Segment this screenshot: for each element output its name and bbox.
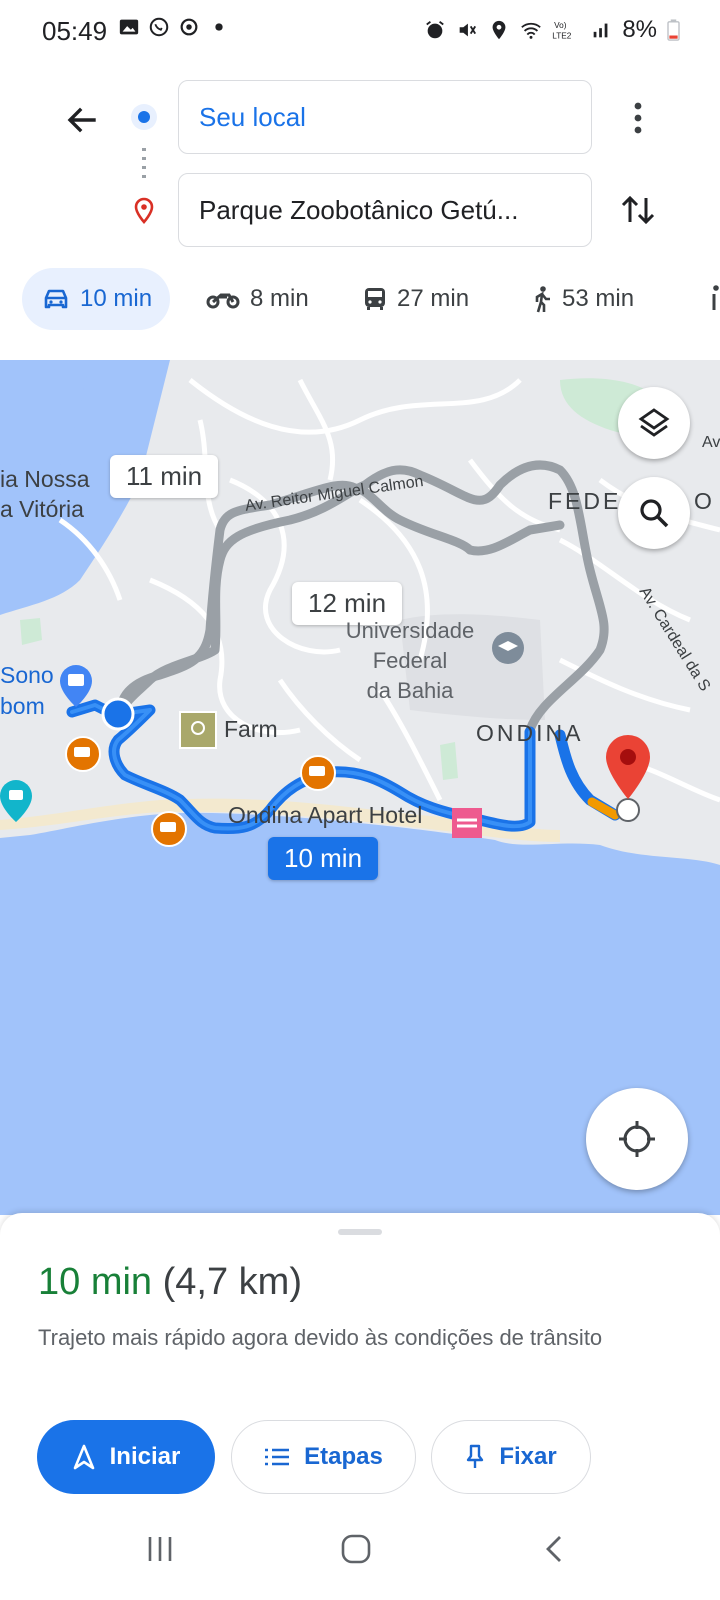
system-icons: Vo) LTE2 8% <box>424 16 680 44</box>
location-icon <box>492 20 506 40</box>
crosshair-icon <box>619 1121 655 1157</box>
pin-icon <box>467 1444 484 1468</box>
my-location-button[interactable] <box>586 1088 688 1190</box>
neighborhood-label: ONDINA <box>476 720 584 746</box>
route-time-label-main[interactable]: 10 min <box>268 837 379 880</box>
pin-button[interactable]: Fixar <box>431 1420 591 1494</box>
start-button-label: Iniciar <box>109 1443 181 1470</box>
list-icon <box>265 1448 290 1466</box>
street-label-2-top: Av <box>702 434 720 451</box>
svg-text:LTE2: LTE2 <box>553 31 573 40</box>
walk-icon <box>535 286 550 313</box>
poi-label-vitoria: a Vitória <box>0 496 84 522</box>
bus-icon <box>365 288 385 310</box>
poi-label-bom: bom <box>0 693 45 719</box>
route-duration: 10 min <box>38 1261 153 1303</box>
search-along-route-button[interactable] <box>618 477 690 549</box>
hotel-poi-icon <box>452 808 482 838</box>
mode-transit[interactable]: 27 min <box>363 268 469 330</box>
mode-motorcycle[interactable]: 8 min <box>206 268 309 330</box>
mode-motorcycle-label: 8 min <box>250 285 309 312</box>
route-distance: (4,7 km) <box>162 1261 302 1303</box>
farm-poi-icon <box>179 711 217 749</box>
map-view[interactable]: 11 min 12 min 10 min Av. Reitor Miguel C… <box>0 360 720 1215</box>
steps-button-label: Etapas <box>304 1443 383 1470</box>
mode-transit-label: 27 min <box>397 285 470 312</box>
current-location-dot <box>101 697 135 731</box>
origin-input[interactable]: Seu local <box>178 80 592 154</box>
battery-icon <box>667 19 680 41</box>
more-options-icon[interactable] <box>618 96 658 140</box>
alarm-icon <box>426 21 445 39</box>
origin-dot-icon <box>131 104 157 130</box>
layers-icon <box>638 408 670 437</box>
status-bar: 05:49 Vo) LTE2 8% <box>0 0 720 60</box>
poi-label-farm: Farm <box>224 716 278 742</box>
land-area-left <box>0 360 90 480</box>
steps-button[interactable]: Etapas <box>231 1420 416 1494</box>
car-icon <box>44 289 68 309</box>
sync-icon <box>180 18 198 36</box>
mode-car-label: 10 min <box>80 285 153 312</box>
mute-icon <box>459 23 477 37</box>
sheet-drag-handle[interactable] <box>338 1229 382 1235</box>
district-label: FEDE <box>548 488 622 514</box>
whatsapp-icon <box>149 17 169 37</box>
poi-label-nossa: ia Nossa <box>0 466 90 492</box>
gallery-icon <box>119 19 139 35</box>
navigation-arrow-icon <box>73 1444 94 1470</box>
volte-icon: Vo)LTE2 <box>553 21 573 40</box>
back-nav-icon[interactable] <box>543 1533 567 1565</box>
route-connector <box>142 148 146 182</box>
home-icon[interactable] <box>340 1533 372 1565</box>
wifi-icon <box>521 22 542 39</box>
district-label-end: O <box>694 488 712 514</box>
search-icon <box>640 499 669 528</box>
system-nav-bar <box>0 1513 720 1600</box>
poi-label-hotel: Ondina Apart Hotel <box>228 802 423 828</box>
route-description: Trajeto mais rápido agora devido às cond… <box>38 1325 603 1350</box>
signal-icon <box>593 23 608 38</box>
route-summary: 10 min (4,7 km) <box>38 1261 302 1304</box>
poi-label-university: Universidade Federal da Bahia <box>345 618 475 703</box>
mode-walk-label: 53 min <box>562 285 635 312</box>
route-details-sheet[interactable]: 10 min (4,7 km) Trajeto mais rápido agor… <box>0 1213 720 1513</box>
pin-button-label: Fixar <box>499 1443 557 1470</box>
mode-walk[interactable]: 53 min <box>530 268 634 330</box>
back-arrow-icon[interactable] <box>58 96 106 144</box>
travel-mode-bar: 10 min 8 min 27 min 53 min <box>0 268 720 334</box>
route-time-label-alt1[interactable]: 11 min <box>110 455 219 498</box>
destination-marker <box>616 798 640 822</box>
notification-icons <box>118 16 230 38</box>
dot-icon <box>215 23 223 31</box>
poi-label-sono: Sono <box>0 662 54 688</box>
destination-pin-icon <box>134 197 154 224</box>
status-time: 05:49 <box>42 16 108 46</box>
svg-text:Vo): Vo) <box>554 21 567 30</box>
partial-mode-icon <box>712 285 719 310</box>
swap-icon[interactable] <box>616 188 660 232</box>
park-area <box>440 742 458 780</box>
battery-text: 8% <box>622 16 657 43</box>
mode-car[interactable]: 10 min <box>22 268 171 330</box>
motorcycle-icon <box>206 293 240 309</box>
layers-button[interactable] <box>618 387 690 459</box>
recent-apps-icon[interactable] <box>144 1533 176 1565</box>
destination-input[interactable]: Parque Zoobotânico Getú... <box>178 173 592 247</box>
start-button[interactable]: Iniciar <box>37 1420 215 1494</box>
